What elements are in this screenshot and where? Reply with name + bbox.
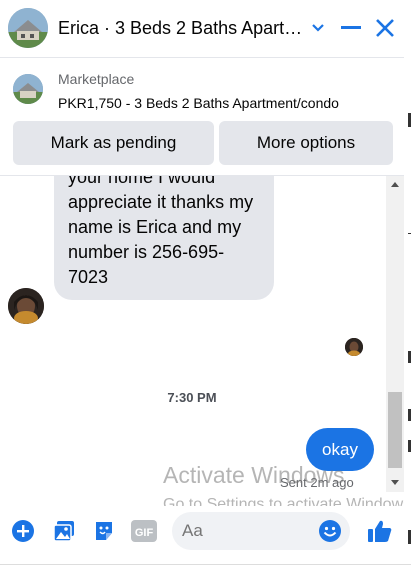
mark-as-pending-button[interactable]: Mark as pending (13, 121, 214, 165)
message-thread[interactable]: time so we could see your home I would a… (0, 176, 404, 506)
incoming-message-text: time so we could see your home I would a… (68, 176, 254, 287)
scrollbar-thumb[interactable] (388, 392, 402, 468)
chat-header[interactable]: Erica · 3 Beds 2 Baths Apartment/condo (0, 0, 411, 58)
read-receipt-avatar (345, 338, 363, 356)
incoming-message-bubble[interactable]: time so we could see your home I would a… (54, 176, 274, 300)
more-options-button[interactable]: More options (219, 121, 393, 165)
marketplace-listing-panel: Marketplace PKR1,750 - 3 Beds 2 Baths Ap… (0, 58, 406, 176)
svg-text:GIF: GIF (135, 527, 154, 539)
minimize-icon[interactable] (337, 14, 365, 42)
plus-icon[interactable] (10, 518, 36, 544)
window-edge (404, 0, 411, 570)
listing-thumbnail[interactable] (8, 8, 48, 48)
chat-window: Erica · 3 Beds 2 Baths Apartment/condo M… (0, 0, 411, 570)
close-icon[interactable] (371, 14, 399, 42)
outgoing-message-text: okay (322, 439, 358, 459)
sticker-icon[interactable] (91, 518, 117, 544)
emoji-icon[interactable] (318, 519, 342, 543)
photo-icon[interactable] (51, 518, 77, 544)
listing-image[interactable] (13, 74, 43, 104)
thumbs-up-icon[interactable] (367, 518, 393, 544)
chevron-down-icon[interactable] (304, 14, 332, 42)
message-composer: GIF (0, 506, 404, 556)
listing-source-label: Marketplace (58, 71, 135, 87)
activation-watermark-title: Activate Windows (163, 462, 345, 488)
conversation-title[interactable]: Erica · 3 Beds 2 Baths Apartment/condo (58, 18, 303, 39)
gif-icon[interactable]: GIF (131, 518, 157, 544)
scroll-down-arrow-icon[interactable] (386, 474, 404, 490)
listing-description[interactable]: PKR1,750 - 3 Beds 2 Baths Apartment/cond… (58, 95, 339, 111)
message-timestamp: 7:30 PM (167, 390, 217, 405)
taskbar-edge (0, 564, 411, 570)
sender-avatar[interactable] (8, 288, 44, 324)
scroll-up-arrow-icon[interactable] (386, 176, 404, 192)
